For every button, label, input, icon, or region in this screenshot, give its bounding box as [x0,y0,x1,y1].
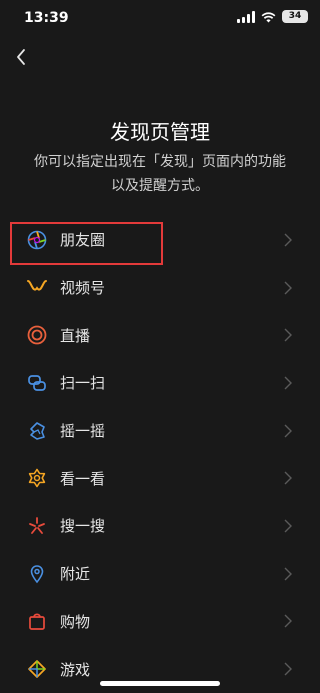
battery-indicator: 34 [282,10,308,23]
chevron-right-icon [284,567,292,581]
chevron-right-icon [284,519,292,533]
live-icon [26,324,48,346]
nearby-icon [26,563,48,585]
list-item-nearby[interactable]: 附近 [0,550,320,598]
chevron-right-icon [284,281,292,295]
list-item-scan[interactable]: 扫一扫 [0,359,320,407]
scan-icon [26,372,48,394]
chevron-right-icon [284,233,292,247]
chevron-right-icon [284,424,292,438]
list-item-label: 附近 [60,565,91,584]
list-item-moments[interactable]: 朋友圈 [0,216,320,264]
chevron-right-icon [284,376,292,390]
list-item-label: 直播 [60,326,91,345]
chevron-right-icon [284,614,292,628]
status-bar: 13:39 34 [0,0,320,40]
back-button[interactable] [10,45,34,69]
wifi-icon [261,11,276,22]
list-item-shake[interactable]: 摇一摇 [0,407,320,455]
moments-icon [26,229,48,251]
chevron-right-icon [284,471,292,485]
list-item-label: 搜一搜 [60,517,106,536]
games-icon [26,658,48,680]
list-item-label: 购物 [60,612,91,631]
list-item-label: 视频号 [60,279,106,298]
shake-icon [26,420,48,442]
chevron-left-icon [17,49,25,65]
top-stories-icon [26,467,48,489]
list-item-channels[interactable]: 视频号 [0,264,320,312]
page-description: 你可以指定出现在「发现」页面内的功能以及提醒方式。 [34,154,286,194]
status-time: 13:39 [24,10,69,26]
home-indicator [100,681,220,686]
shopping-icon [26,610,48,632]
page-title: 发现页管理 [110,120,210,144]
chevron-right-icon [284,328,292,342]
list-item-label: 游戏 [60,660,91,679]
list-item-live[interactable]: 直播 [0,311,320,359]
list-item-label: 朋友圈 [60,231,106,250]
list-item-shopping[interactable]: 购物 [0,598,320,646]
list-item-label: 看一看 [60,469,106,488]
list-item-top-stories[interactable]: 看一看 [0,454,320,502]
discover-feature-list: 朋友圈 视频号 直播 扫一扫 摇一摇 看一看 搜一搜 附近 购物 游戏 [0,216,320,693]
list-item-label: 摇一摇 [60,422,106,441]
search-icon [26,515,48,537]
list-item-label: 扫一扫 [60,374,106,393]
list-item-search[interactable]: 搜一搜 [0,502,320,550]
signal-icon [237,10,255,23]
channels-icon [26,277,48,299]
chevron-right-icon [284,662,292,676]
status-icons: 34 [237,10,308,23]
